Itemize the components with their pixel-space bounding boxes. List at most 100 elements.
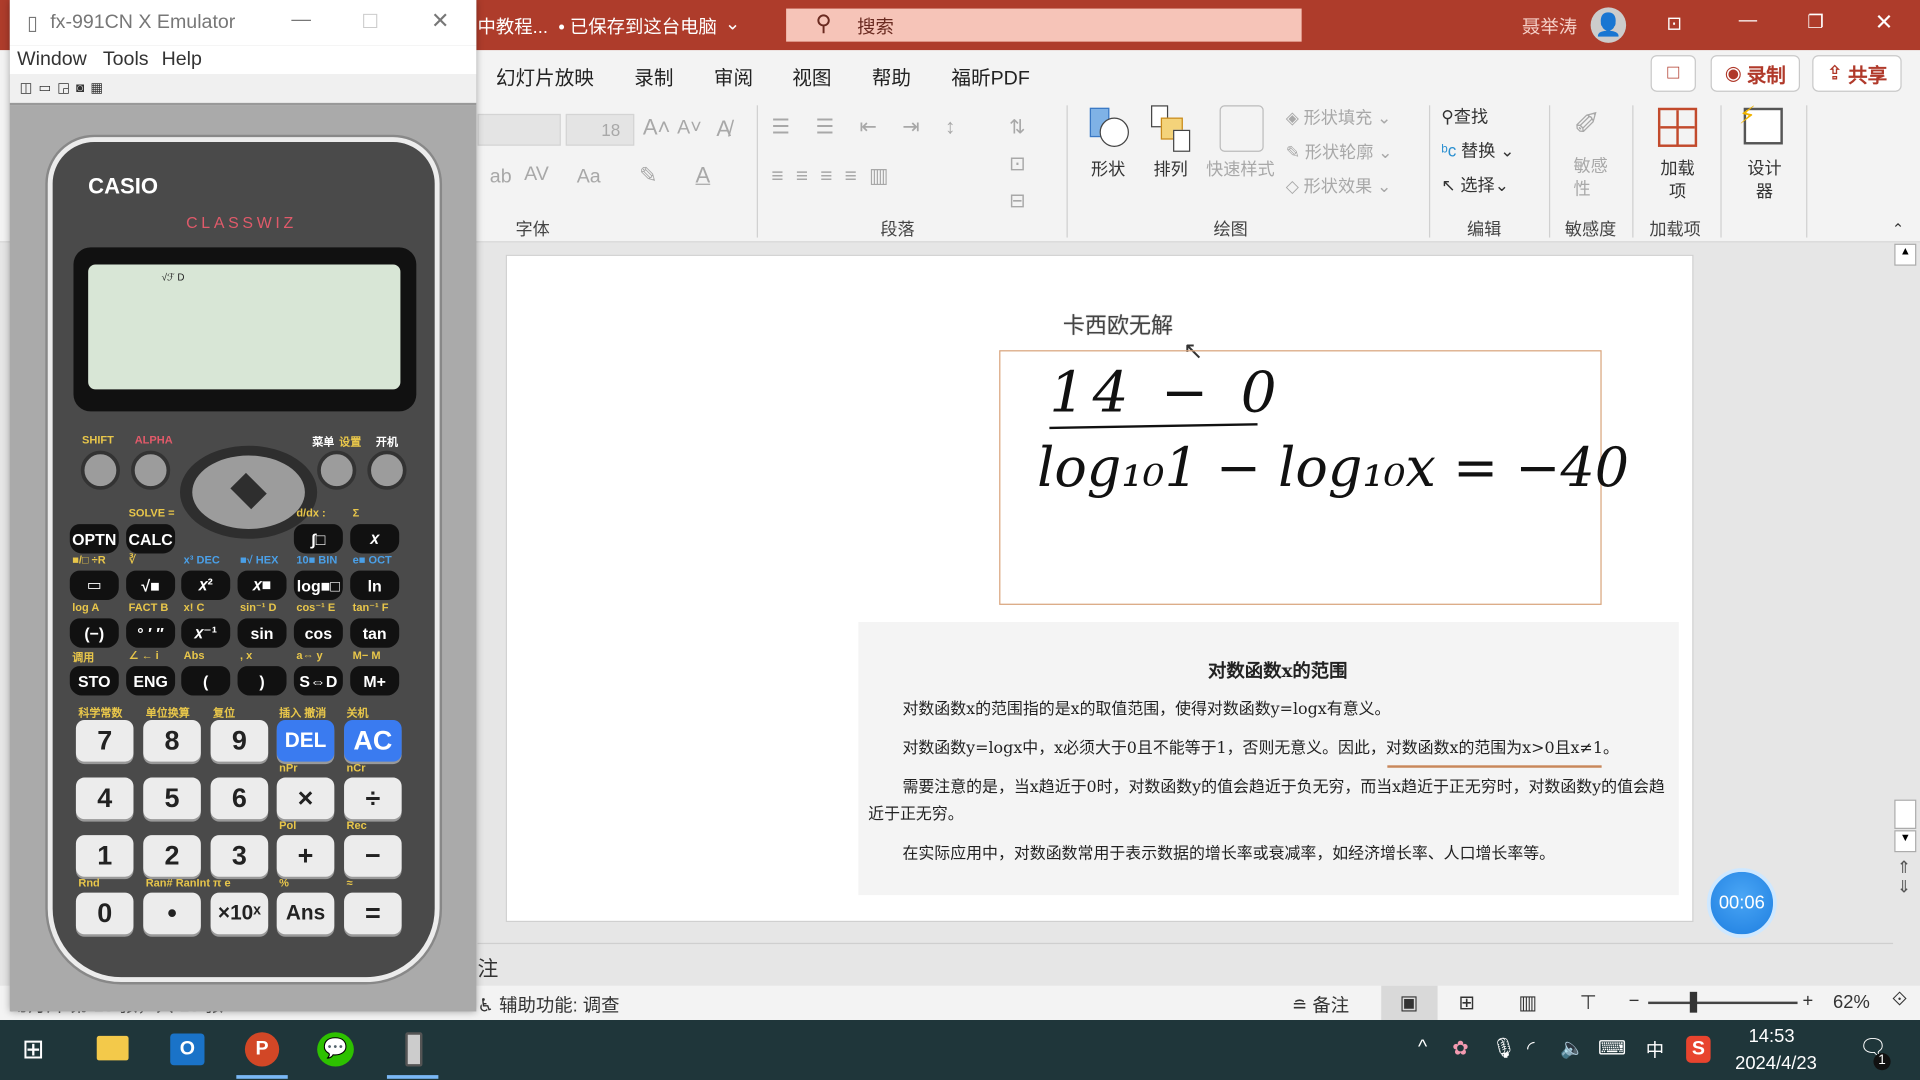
fit-slide-icon[interactable]: ⟐ xyxy=(1892,989,1907,1011)
shrink-font-icon[interactable]: A˅ xyxy=(677,118,702,140)
zoom-out-button[interactable]: − xyxy=(1629,991,1640,1012)
microphone-icon[interactable]: 🎙 xyxy=(1491,1036,1516,1060)
recording-timer[interactable]: 00:06 xyxy=(1706,868,1777,938)
calc-key[interactable]: 5 xyxy=(143,777,201,820)
clock-time[interactable]: 14:53 xyxy=(1749,1026,1795,1047)
scroll-down-icon[interactable]: ▼ xyxy=(1894,830,1917,853)
zoom-slider[interactable] xyxy=(1648,1001,1798,1005)
collapse-ribbon-icon[interactable]: ⌃ xyxy=(1892,220,1904,237)
clock-date[interactable]: 2024/4/23 xyxy=(1735,1053,1817,1074)
calc-key[interactable]: ENG xyxy=(126,666,176,696)
prev-next-slide-icons[interactable]: ⇑ ⇓ xyxy=(1897,857,1911,896)
calc-key[interactable]: ▭ xyxy=(69,570,119,601)
calc-key[interactable]: 0 xyxy=(75,892,134,935)
calc-key[interactable]: CALC xyxy=(126,524,176,554)
save-status[interactable]: • 已保存到这台电脑 xyxy=(558,13,716,39)
replace-button[interactable]: ᵇc 替换 ⌄ xyxy=(1441,138,1514,162)
arrange-button[interactable]: 排列 xyxy=(1153,157,1187,181)
shape-outline-button[interactable]: ✎ 形状轮廓 ⌄ xyxy=(1286,140,1393,164)
shift-key[interactable] xyxy=(80,450,121,490)
alpha-key[interactable] xyxy=(131,450,171,490)
zoom-level[interactable]: 62% xyxy=(1833,992,1870,1013)
calc-key[interactable]: 7 xyxy=(75,720,134,762)
quick-styles-button[interactable]: 快速样式 xyxy=(1206,157,1275,181)
tab-foxit-pdf[interactable]: 福昕PDF xyxy=(951,61,1029,90)
vertical-scrollbar[interactable]: ▲ ▼ xyxy=(1893,242,1918,855)
menu-window[interactable]: Window xyxy=(17,49,87,71)
record-button[interactable]: ◉ 录制 xyxy=(1710,55,1801,92)
change-case-icon[interactable]: Aa xyxy=(577,167,601,189)
calc-key[interactable]: (−) xyxy=(69,618,119,648)
scroll-thumb[interactable] xyxy=(1894,799,1917,829)
calc-key[interactable]: 4 xyxy=(75,777,134,820)
font-color-icon[interactable]: A xyxy=(696,163,711,189)
text-direction-icons[interactable]: ⇅ ⊡ ⊟ xyxy=(1009,110,1025,220)
calc-key[interactable]: ° ′ ″ xyxy=(126,618,176,648)
calc-key[interactable]: − xyxy=(344,835,402,877)
align-icons[interactable]: ≡≡≡≡▥ xyxy=(771,164,900,188)
find-button[interactable]: ⚲查找 xyxy=(1441,104,1488,128)
calc-key[interactable]: tan xyxy=(350,618,400,648)
handwriting-box[interactable]: 14 − 0 log₁₀1 − log₁₀x = −40 xyxy=(999,350,1629,605)
search-input[interactable]: ⚲ 搜索 xyxy=(786,8,1302,42)
close-button[interactable]: ✕ xyxy=(1875,10,1893,36)
comment-button[interactable]: □ xyxy=(1650,55,1696,92)
calc-key[interactable]: ln xyxy=(350,570,400,601)
calc-key[interactable]: + xyxy=(276,835,335,877)
zoom-slider-thumb[interactable] xyxy=(1689,991,1698,1013)
shape-fill-button[interactable]: ◈ 形状填充 ⌄ xyxy=(1286,105,1392,129)
font-size-select[interactable]: 18 xyxy=(565,113,635,146)
on-key[interactable] xyxy=(367,450,407,490)
slide-title[interactable]: 卡西欧无解 xyxy=(1063,309,1173,341)
wifi-icon[interactable]: ◜ xyxy=(1527,1036,1535,1060)
replay-dpad[interactable] xyxy=(180,445,318,539)
calc-key[interactable]: Ans xyxy=(276,892,335,935)
shape-effects-button[interactable]: ◇ 形状效果 ⌄ xyxy=(1286,174,1392,198)
calc-key[interactable]: 3 xyxy=(210,835,269,877)
calc-key[interactable]: 9 xyxy=(210,720,269,762)
ai-text-box[interactable]: 对数函数x的范围 对数函数x的范围指的是x的取值范围，使得对数函数y=logx有… xyxy=(858,622,1679,896)
calc-minimize-button[interactable]: — xyxy=(291,10,311,32)
normal-view-icon[interactable]: ▣ xyxy=(1400,991,1419,1015)
calc-close-button[interactable]: ✕ xyxy=(431,9,449,35)
select-button[interactable]: ↖ 选择⌄ xyxy=(1441,173,1509,197)
calc-key[interactable]: • xyxy=(143,892,201,935)
reading-view-icon[interactable]: ▥ xyxy=(1518,991,1537,1015)
calc-key[interactable]: × xyxy=(276,777,335,820)
wechat-icon[interactable]: 💬 xyxy=(317,1032,354,1067)
calc-key[interactable]: 2 xyxy=(143,835,201,877)
calculator-emulator-icon[interactable] xyxy=(405,1032,423,1067)
calc-key[interactable]: ( xyxy=(181,666,231,696)
calc-key[interactable]: log■□ xyxy=(293,570,343,601)
calc-key[interactable]: = xyxy=(344,892,402,935)
calc-key[interactable]: 𝑥 xyxy=(350,524,400,554)
menu-key[interactable] xyxy=(317,450,357,490)
calc-key[interactable]: 𝑥⁻¹ xyxy=(181,618,231,648)
menu-tools[interactable]: Tools xyxy=(103,49,149,71)
avatar[interactable]: 👤 xyxy=(1590,7,1627,43)
calc-key[interactable]: M+ xyxy=(350,666,400,696)
show-hidden-icons[interactable]: ^ xyxy=(1418,1037,1427,1059)
calc-key[interactable]: ∫□ xyxy=(293,524,343,554)
tab-record[interactable]: 录制 xyxy=(634,61,673,90)
calc-key[interactable]: DEL xyxy=(276,720,335,762)
restore-button[interactable]: ❐ xyxy=(1807,11,1823,33)
ime-indicator[interactable]: 中 xyxy=(1646,1037,1664,1063)
shape-button[interactable]: 形状 xyxy=(1091,157,1125,181)
scroll-up-icon[interactable]: ▲ xyxy=(1894,243,1917,266)
slideshow-icon[interactable]: ⊤ xyxy=(1580,991,1597,1015)
calc-key[interactable]: 1 xyxy=(75,835,134,877)
calc-key[interactable]: 6 xyxy=(210,777,269,820)
calc-key[interactable]: √■ xyxy=(126,570,176,601)
tab-help[interactable]: 帮助 xyxy=(872,61,911,90)
calc-maximize-button[interactable]: ☐ xyxy=(361,10,379,34)
sogou-icon[interactable]: S xyxy=(1686,1035,1711,1063)
windows-start-icon[interactable]: ⊞ xyxy=(22,1033,45,1065)
font-name-select[interactable] xyxy=(477,113,561,146)
minimize-button[interactable]: — xyxy=(1739,10,1757,31)
tab-view[interactable]: 视图 xyxy=(792,61,831,90)
tray-app-icon[interactable]: ✿ xyxy=(1452,1036,1468,1060)
slide-sorter-icon[interactable]: ⊞ xyxy=(1458,991,1474,1015)
calc-key[interactable]: cos xyxy=(293,618,343,648)
accessibility-status[interactable]: ♿ 辅助功能: 调查 xyxy=(478,992,620,1018)
